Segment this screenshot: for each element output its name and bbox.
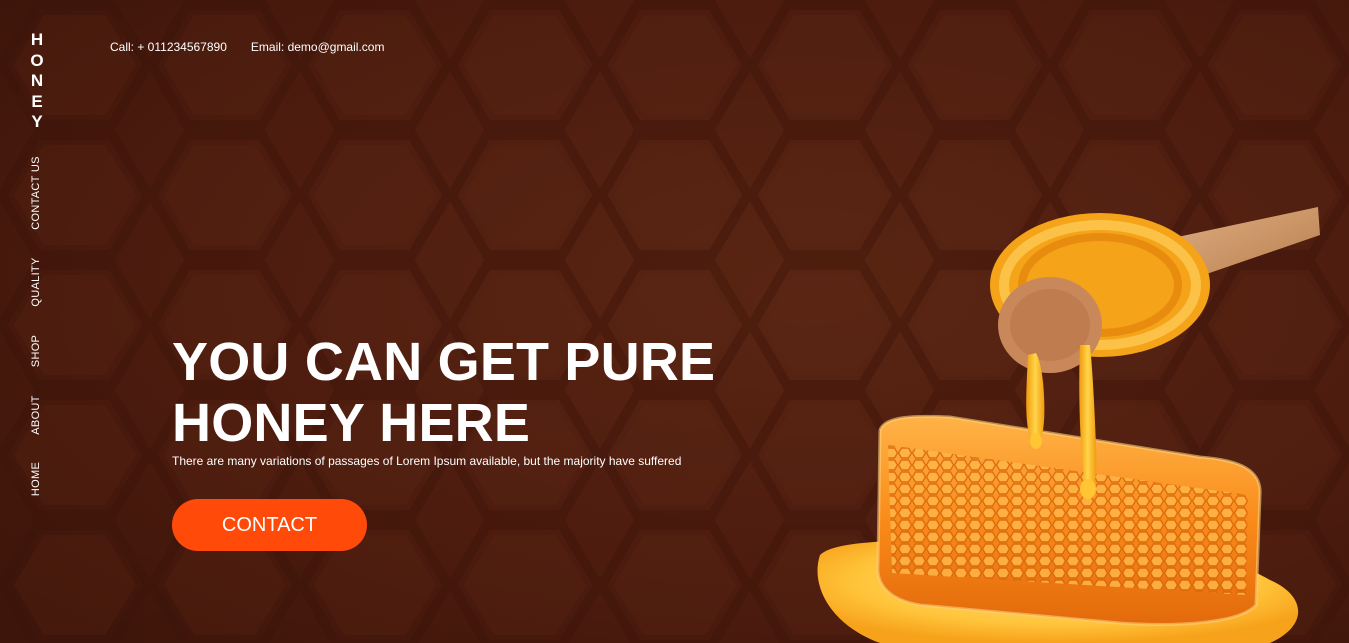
hero-title-line: YOU CAN GET PURE: [172, 332, 716, 392]
nav-quality[interactable]: QUALITY: [30, 257, 42, 306]
brand-letter: E: [31, 91, 43, 111]
honey-dipper-image: [817, 207, 1320, 643]
brand-letter: O: [30, 50, 44, 70]
contact-button[interactable]: CONTACT: [172, 499, 367, 551]
nav-shop[interactable]: SHOP: [30, 335, 42, 367]
nav-contact-us[interactable]: CONTACT US: [30, 156, 42, 230]
brand-letter: Y: [31, 112, 43, 131]
phone-text: Call: + 011234567890: [110, 40, 227, 54]
nav-about[interactable]: ABOUT: [30, 395, 42, 434]
email-text: Email: demo@gmail.com: [250, 40, 385, 54]
brand-letter: N: [30, 71, 44, 90]
brand-logo[interactable]: H O N E Y: [28, 30, 46, 133]
hero-title-line: HONEY HERE: [172, 393, 531, 453]
hero-page: H O N E Y CONTACT US QUALITY SHOP ABOUT …: [0, 0, 1349, 643]
hero-title: YOU CAN GET PURE HONEY HERE: [172, 332, 792, 454]
contact-info-bar: Call: + 011234567890 Email: demo@gmail.c…: [110, 40, 384, 54]
nav-home[interactable]: HOME: [30, 462, 42, 496]
hero-subtitle: There are many variations of passages of…: [172, 454, 682, 468]
brand-letter: H: [30, 30, 44, 49]
